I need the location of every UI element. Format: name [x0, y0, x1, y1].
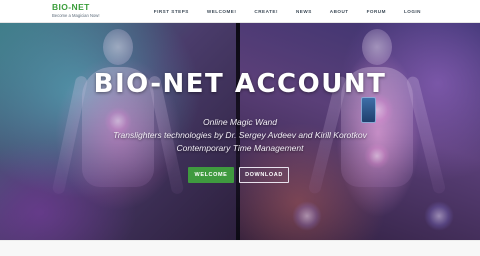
brand-logo[interactable]: BIO-NET Become a Magician Now! [52, 3, 99, 19]
hero-title: BIO-NET ACCOUNT [93, 69, 387, 99]
main-nav: FIRST STEPS WELCOME! CREATE! NEWS ABOUT … [145, 0, 430, 23]
top-navbar: BIO-NET Become a Magician Now! FIRST STE… [0, 0, 480, 23]
brand-tagline: Become a Magician Now! [52, 13, 100, 18]
nav-item-first-steps[interactable]: FIRST STEPS [145, 9, 198, 14]
below-hero-section [0, 240, 480, 256]
nav-item-about[interactable]: ABOUT [321, 9, 358, 14]
nav-item-news[interactable]: NEWS [287, 9, 321, 14]
nav-item-forum[interactable]: FORUM [358, 9, 395, 14]
nav-item-welcome[interactable]: WELCOME! [198, 9, 246, 14]
welcome-button[interactable]: WELCOME [188, 167, 234, 183]
hero-line-time-management: Contemporary Time Management [176, 143, 304, 153]
nav-item-login[interactable]: LOGIN [395, 9, 430, 14]
download-button[interactable]: DOWNLOAD [239, 167, 289, 183]
hero-line-translighters: Translighters technologies by Dr. Sergey… [113, 130, 367, 140]
brand-title: BIO-NET [52, 2, 90, 12]
hero-line-online-magic-wand: Online Magic Wand [202, 117, 278, 127]
nav-item-create[interactable]: CREATE! [245, 9, 287, 14]
hero-content: BIO-NET ACCOUNT Online Magic Wand Transl… [0, 23, 480, 240]
